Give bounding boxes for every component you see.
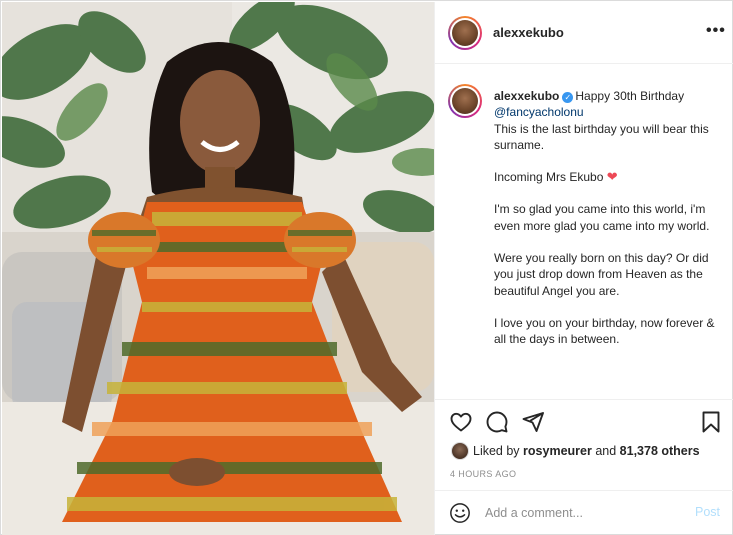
liker-avatar[interactable] [451, 442, 469, 460]
post-photo[interactable] [2, 2, 434, 535]
caption-mention[interactable]: @fancyacholonu [494, 104, 720, 120]
avatar-photo [452, 88, 478, 114]
red-heart-emoji-icon: ❤ [606, 169, 618, 185]
caption-text: alexxekubo ✓ Happy 30th Birthday @fancyach… [494, 88, 720, 348]
send-icon[interactable] [521, 410, 545, 434]
comment-input[interactable] [485, 503, 685, 523]
caption-area: alexxekubo ✓ Happy 30th Birthday @fancyach… [435, 64, 733, 400]
post-timestamp[interactable]: 4 HOURS AGO [450, 469, 516, 479]
likes-count[interactable]: 81,378 others [620, 444, 700, 458]
author-username[interactable]: alexxekubo [493, 25, 564, 40]
more-horizontal-icon[interactable]: ••• [706, 23, 725, 42]
post-sidebar: alexxekubo ••• alexxekubo ✓ Happy 30th Bir… [434, 2, 733, 535]
caption-username[interactable]: alexxekubo [494, 89, 559, 103]
comment-bar: Post [435, 490, 733, 535]
caption-line: I'm so glad you came into this world, i'… [494, 202, 710, 233]
author-avatar[interactable] [448, 16, 482, 50]
verified-badge-icon: ✓ [562, 92, 574, 103]
caption-first-text: Happy 30th Birthday [575, 89, 685, 103]
post-comment-button[interactable]: Post [695, 505, 720, 519]
caption-line: Incoming Mrs Ekubo ❤ [494, 169, 720, 185]
photo-illustration [2, 2, 434, 535]
likes-and: and [595, 444, 617, 458]
caption-line-text: Incoming Mrs Ekubo [494, 170, 604, 185]
post-modal: alexxekubo ••• alexxekubo ✓ Happy 30th Bir… [0, 0, 733, 535]
heart-icon[interactable] [449, 410, 473, 434]
likes-prefix: Liked by [473, 444, 520, 458]
likes-text: Liked by rosymeurer and 81,378 others [473, 444, 733, 458]
caption-blank [494, 153, 720, 169]
liker-username[interactable]: rosymeurer [523, 444, 592, 458]
caption-blank [494, 234, 720, 250]
caption-blank [494, 185, 720, 201]
bookmark-icon[interactable] [699, 410, 723, 434]
emoji-smile-icon[interactable] [449, 502, 471, 524]
post-header: alexxekubo ••• [435, 2, 733, 64]
caption-avatar[interactable] [448, 84, 482, 118]
comment-icon[interactable] [485, 410, 509, 434]
caption-line: This is the last birthday you will bear … [494, 121, 713, 152]
action-bar [435, 400, 733, 444]
avatar-photo [452, 20, 478, 46]
caption-blank [494, 299, 720, 315]
caption-line: I love you on your birthday, now forever… [494, 315, 718, 347]
caption-line: Were you really born on this day? Or did… [494, 251, 712, 298]
